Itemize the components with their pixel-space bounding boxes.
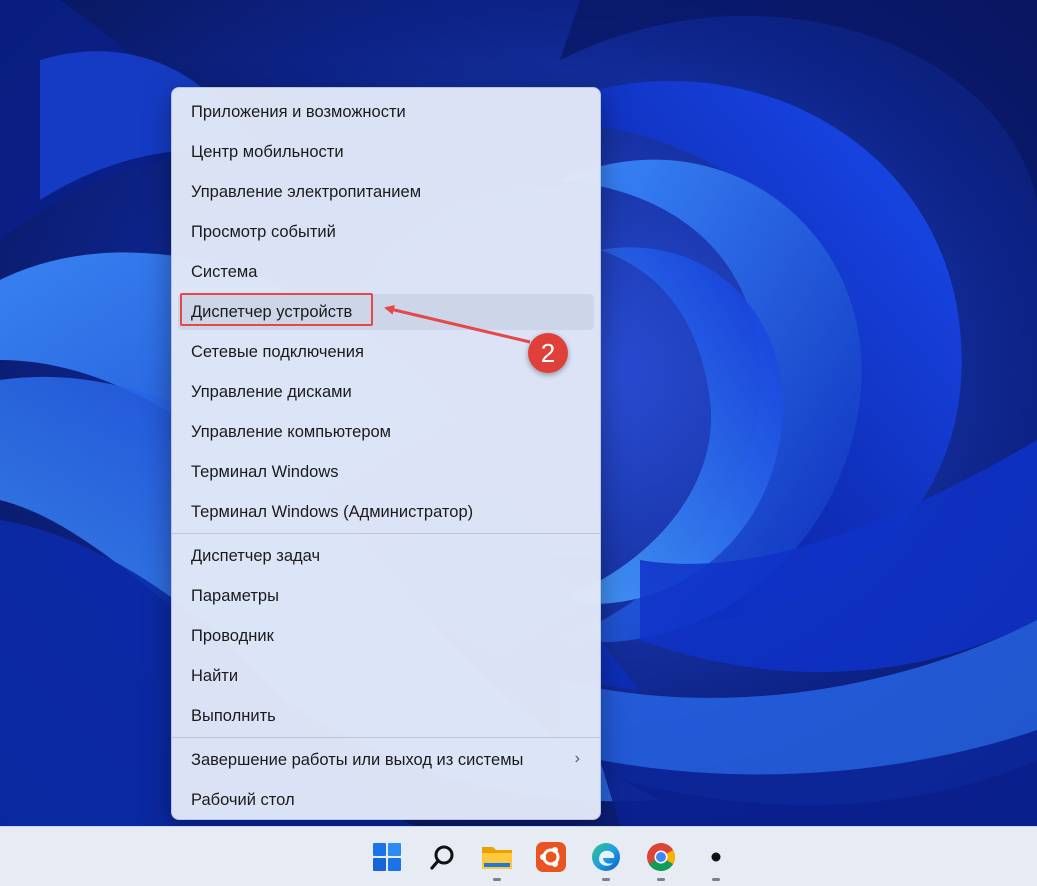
annotation-arrow-2: [384, 304, 531, 344]
taskbar-file-explorer-button[interactable]: [477, 837, 517, 877]
taskbar-search-button[interactable]: [423, 837, 463, 877]
annotation-badge-2: 2: [528, 333, 568, 373]
annotation-badge-label: 2: [540, 337, 556, 368]
taskbar-ubuntu-button[interactable]: [531, 837, 571, 877]
running-indicator: [493, 878, 501, 881]
taskbar: [0, 826, 1037, 886]
running-indicator: [602, 878, 610, 881]
start-icon: [373, 843, 401, 871]
search-icon: [430, 845, 454, 870]
edge-icon: [592, 843, 620, 871]
start-button[interactable]: [367, 837, 407, 877]
taskbar-edge-button[interactable]: [586, 837, 626, 877]
app-dot-icon: [711, 852, 721, 862]
running-indicator: [712, 878, 720, 881]
running-indicator: [657, 878, 665, 881]
chrome-icon: [647, 843, 675, 871]
annotation-arrows: [179, 304, 531, 863]
taskbar-chrome-button[interactable]: [641, 837, 681, 877]
ubuntu-icon: [536, 842, 566, 872]
file-explorer-icon: [482, 847, 512, 869]
taskbar-app-button[interactable]: [696, 837, 736, 877]
